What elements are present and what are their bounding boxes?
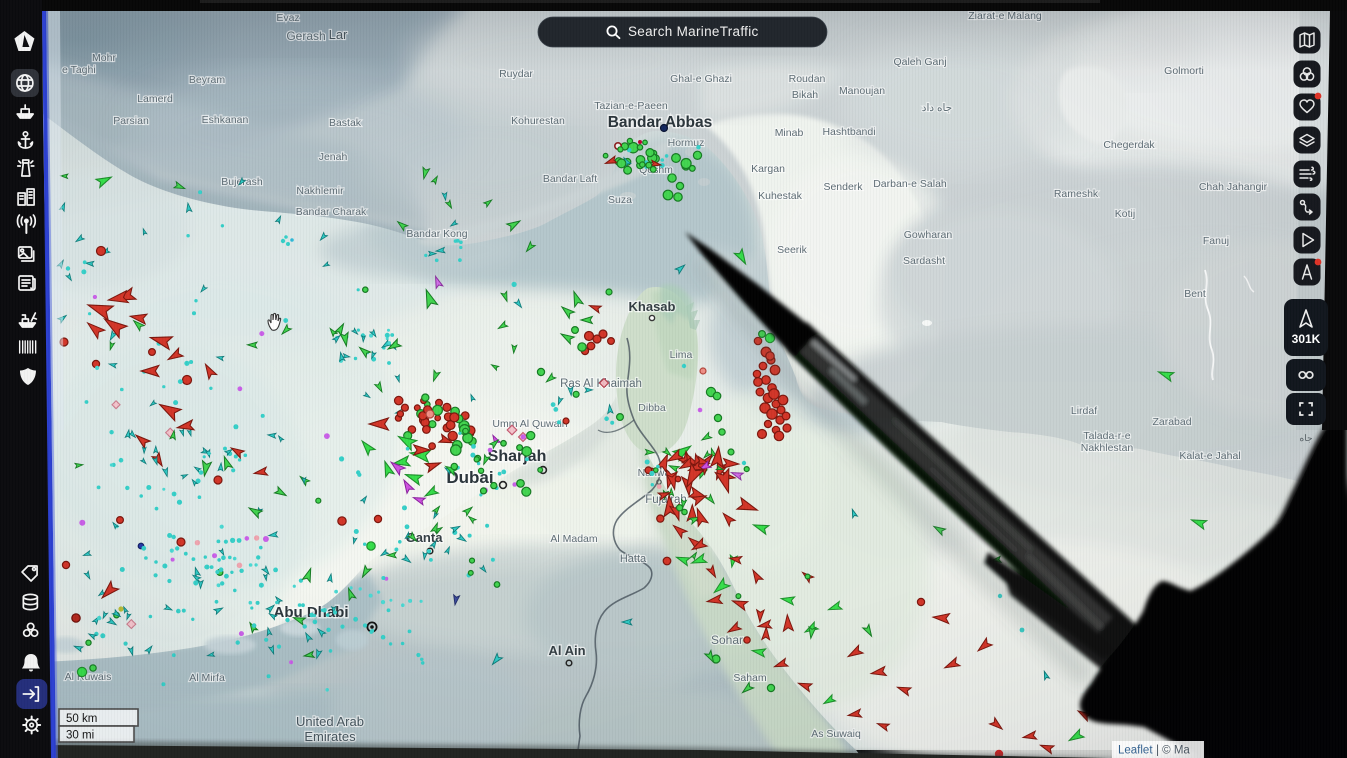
svg-text:301K: 301K <box>1292 332 1321 346</box>
svg-text:30 mi: 30 mi <box>66 730 94 742</box>
svg-text:50 km: 50 km <box>66 713 97 725</box>
svg-text:| © Ma: | © Ma <box>1156 745 1190 757</box>
svg-text:جاه: جاه <box>1299 433 1312 443</box>
svg-text:Search MarineTraffic: Search MarineTraffic <box>628 24 759 39</box>
svg-text:Leaflet: Leaflet <box>1118 745 1153 757</box>
